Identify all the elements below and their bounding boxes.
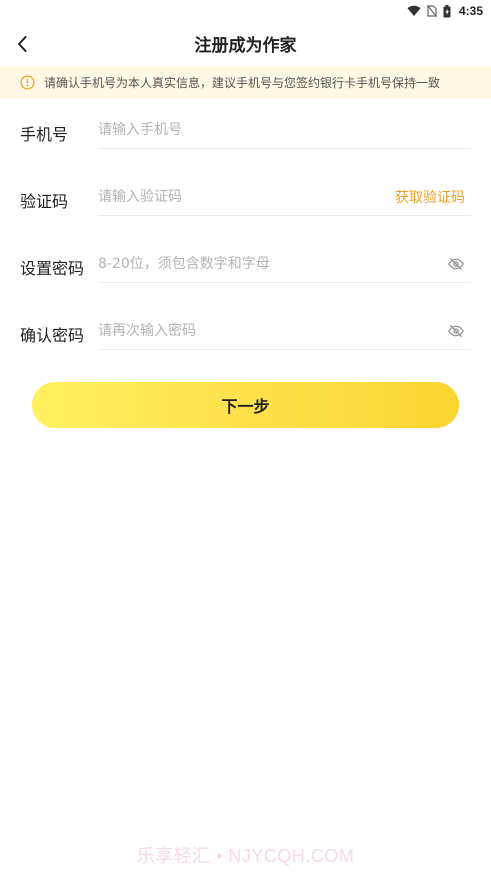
password-label: 设置密码 bbox=[20, 259, 85, 278]
phone-field-wrapper bbox=[98, 111, 471, 149]
notice-banner: 请确认手机号为本人真实信息，建议手机号与您签约银行卡手机号保持一致 bbox=[0, 66, 491, 99]
status-time: 4:35 bbox=[458, 4, 483, 18]
eye-off-icon[interactable] bbox=[447, 322, 465, 340]
chevron-left-icon bbox=[18, 36, 27, 52]
next-step-button[interactable]: 下一步 bbox=[32, 382, 459, 428]
confirm-password-label: 确认密码 bbox=[20, 326, 85, 345]
status-bar: 4:35 bbox=[0, 0, 491, 22]
watermark: 乐享轻汇 • NJYCQH.COM bbox=[136, 846, 355, 866]
password-input[interactable] bbox=[98, 245, 447, 282]
code-label: 验证码 bbox=[20, 192, 69, 211]
info-icon bbox=[20, 75, 35, 90]
code-input[interactable] bbox=[98, 178, 395, 215]
phone-input[interactable] bbox=[98, 111, 471, 148]
code-field-wrapper: 获取验证码 bbox=[98, 178, 471, 216]
get-code-button[interactable]: 获取验证码 bbox=[395, 187, 465, 207]
battery-icon bbox=[443, 4, 451, 17]
eye-off-icon[interactable] bbox=[447, 255, 465, 273]
no-sim-icon bbox=[427, 5, 437, 17]
header-bar: 注册成为作家 bbox=[0, 22, 491, 64]
code-row: 验证码 获取验证码 bbox=[0, 170, 491, 237]
confirm-password-field-wrapper bbox=[98, 312, 471, 350]
register-writer-page: 4:35 注册成为作家 请确认手机号为本人真实信息，建议手机号与您签约银行卡手机… bbox=[0, 0, 491, 874]
page-title: 注册成为作家 bbox=[194, 35, 297, 56]
phone-row: 手机号 bbox=[0, 103, 491, 170]
back-button[interactable] bbox=[8, 30, 36, 58]
wifi-icon bbox=[407, 5, 421, 16]
confirm-password-input[interactable] bbox=[98, 312, 447, 349]
password-row: 设置密码 bbox=[0, 237, 491, 304]
phone-label: 手机号 bbox=[20, 125, 69, 144]
notice-text: 请确认手机号为本人真实信息，建议手机号与您签约银行卡手机号保持一致 bbox=[44, 76, 441, 90]
confirm-password-row: 确认密码 bbox=[0, 304, 491, 371]
password-field-wrapper bbox=[98, 245, 471, 283]
